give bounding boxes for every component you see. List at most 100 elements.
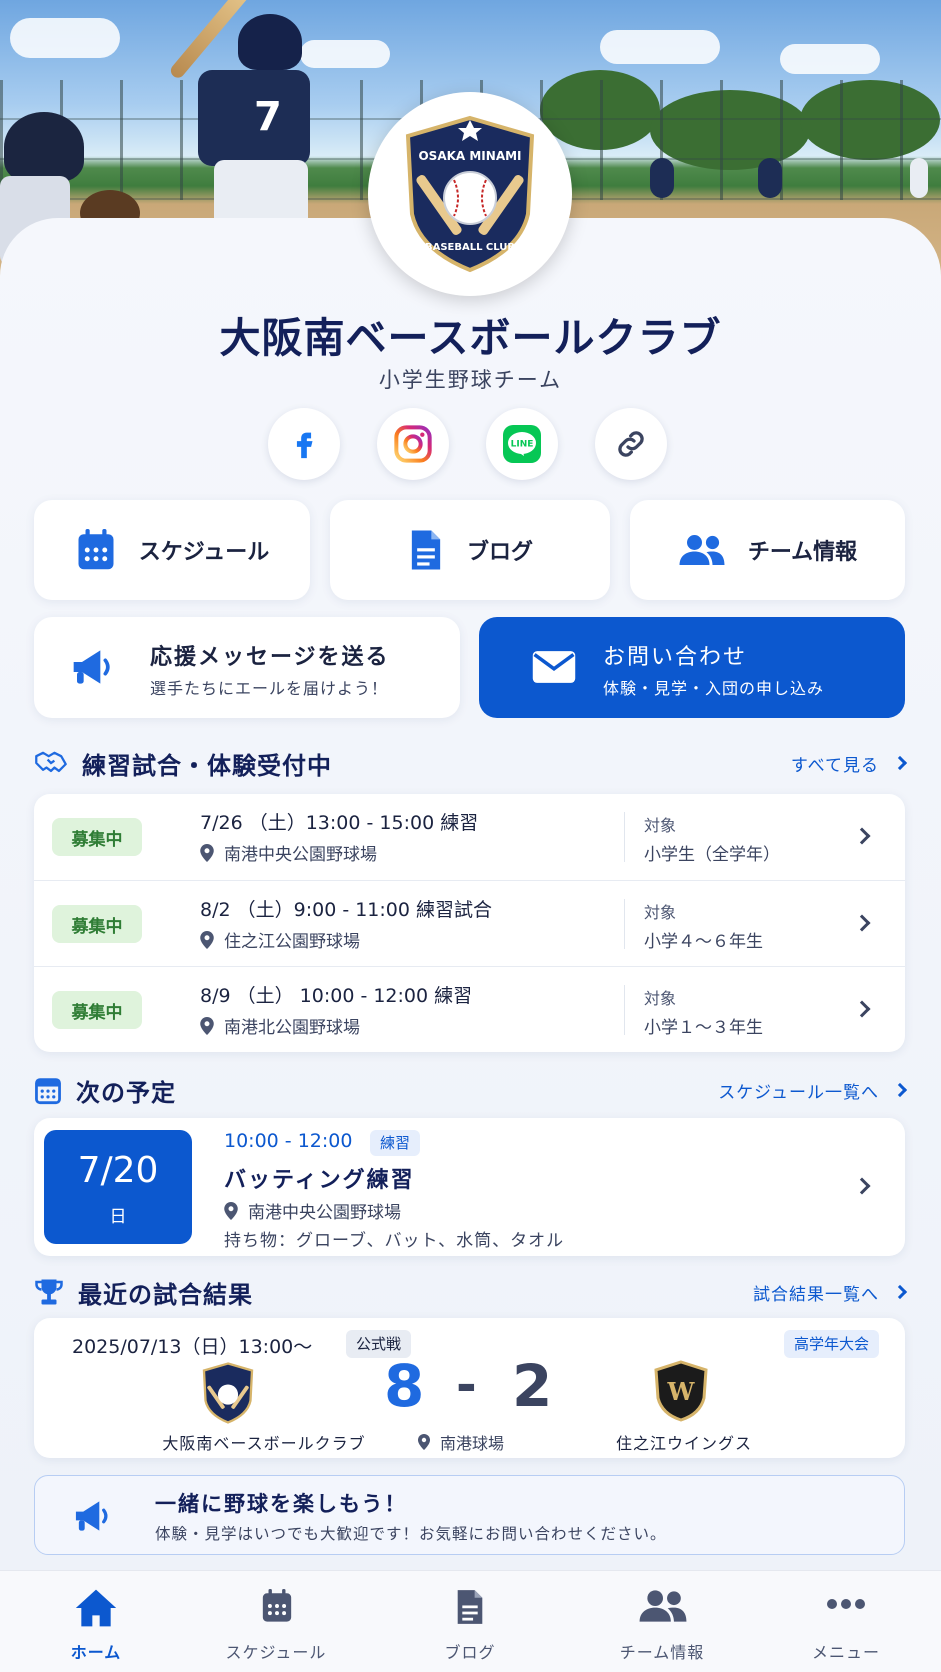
chevron-right-icon <box>892 1284 908 1300</box>
instagram-button[interactable] <box>377 408 449 480</box>
contact-subtitle: 体験・見学・入団の申し込み <box>603 679 825 698</box>
target-label: 対象 <box>644 989 677 1008</box>
result-venue-name: 南港球場 <box>440 1434 505 1453</box>
next-time: 10:00 - 12:00 <box>224 1130 353 1152</box>
instagram-icon <box>394 425 432 463</box>
line-icon: LINE <box>503 425 541 463</box>
cloud <box>10 18 120 58</box>
away-team-name: 住之江ウイングス <box>615 1434 752 1453</box>
cheer-subtitle: 選手たちにエールを届けよう！ <box>150 679 389 698</box>
chevron-right-icon <box>892 755 908 771</box>
see-all-label: すべて見る <box>790 755 879 776</box>
event-place-name: 住之江公園野球場 <box>224 932 360 952</box>
next-weekday: 日 <box>109 1207 127 1227</box>
team-name: 大阪南ベースボールクラブ <box>219 314 722 362</box>
chevron-right-icon <box>892 1082 908 1098</box>
next-place: 南港中央公園野球場 <box>224 1198 401 1223</box>
result-card[interactable]: 2025/07/13（日）13:00〜 公式戦 高学年大会 大阪南ベースボールク… <box>34 1318 905 1458</box>
nav-team-info[interactable]: チーム情報 <box>596 1571 728 1672</box>
cloud <box>600 30 720 64</box>
link-button[interactable] <box>595 408 667 480</box>
schedule-list-link[interactable]: スケジュール一覧へ <box>718 1078 908 1103</box>
event-row[interactable]: 募集中 8/2 （土）9:00 - 11:00 練習試合 住之江公園野球場 対象… <box>34 880 905 966</box>
location-pin-icon <box>200 1016 214 1035</box>
banner-title: 一緒に野球を楽しもう！ <box>155 1492 408 1516</box>
megaphone-icon <box>75 1501 108 1531</box>
next-event-card[interactable]: 7/20 日 10:00 - 12:00 練習 バッティング練習 南港中央公園野… <box>34 1118 905 1256</box>
divider <box>624 812 625 862</box>
users-icon <box>679 535 725 565</box>
nav-home[interactable]: ホーム <box>40 1571 152 1672</box>
catcher-helmet <box>4 112 84 182</box>
users-icon <box>639 1590 687 1622</box>
target-label: 対象 <box>644 816 677 835</box>
join-banner[interactable]: 一緒に野球を楽しもう！ 体験・見学はいつでも大歓迎です！お気軽にお問い合わせくだ… <box>34 1475 905 1555</box>
schedule-nav-card[interactable]: スケジュール <box>34 500 310 600</box>
bottom-navigation: ホーム スケジュール ブログ チーム情報 メニュー <box>0 1570 941 1672</box>
home-score: 8 <box>384 1352 425 1420</box>
cloud <box>300 40 390 68</box>
nav-schedule[interactable]: スケジュール <box>206 1571 346 1672</box>
banner-text: 体験・見学はいつでも大歓迎です！お気軽にお問い合わせください。 <box>155 1525 667 1543</box>
event-row[interactable]: 募集中 8/9 （土） 10:00 - 12:00 練習 南港北公園野球場 対象… <box>34 966 905 1052</box>
event-place: 住之江公園野球場 <box>200 927 360 952</box>
next-place-name: 南港中央公園野球場 <box>248 1203 401 1223</box>
calendar-icon <box>262 1589 292 1622</box>
trophy-icon <box>35 1279 63 1305</box>
fielder <box>758 158 782 198</box>
nav-blog[interactable]: ブログ <box>418 1571 522 1672</box>
facebook-button[interactable] <box>268 408 340 480</box>
nav-home-label: ホーム <box>70 1643 122 1662</box>
calendar-icon <box>78 529 114 570</box>
fielder <box>910 158 928 198</box>
status-badge: 募集中 <box>52 991 142 1029</box>
target-value: 小学１〜３年生 <box>644 1018 763 1038</box>
document-icon <box>457 1590 483 1624</box>
results-section-header: 最近の試合結果 試合結果一覧へ <box>34 1274 908 1310</box>
event-row[interactable]: 募集中 7/26 （土）13:00 - 15:00 練習 南港中央公園野球場 対… <box>34 794 905 880</box>
results-title: 最近の試合結果 <box>78 1280 253 1309</box>
away-team-logo: W <box>654 1360 708 1422</box>
results-list-link[interactable]: 試合結果一覧へ <box>753 1280 908 1305</box>
fielder <box>650 158 674 198</box>
event-datetime: 8/2 （土）9:00 - 11:00 練習試合 <box>200 899 493 921</box>
cheer-title: 応援メッセージを送る <box>150 645 390 670</box>
recruiting-title: 練習試合・体験受付中 <box>82 751 332 780</box>
target-label: 対象 <box>644 903 677 922</box>
status-badge: 募集中 <box>52 818 142 856</box>
result-venue: 南港球場 <box>418 1430 504 1454</box>
home-team-logo <box>202 1362 254 1424</box>
line-button[interactable]: LINE <box>486 408 558 480</box>
blog-nav-label: ブログ <box>466 540 533 565</box>
facebook-icon <box>296 432 313 459</box>
next-title: 次の予定 <box>76 1078 176 1107</box>
chevron-right-icon <box>853 1177 871 1195</box>
schedule-list-label: スケジュール一覧へ <box>718 1082 879 1103</box>
schedule-nav-label: スケジュール <box>138 540 270 565</box>
recruiting-see-all-link[interactable]: すべて見る <box>790 751 908 776</box>
event-place-name: 南港中央公園野球場 <box>224 845 377 865</box>
cheer-message-button[interactable]: 応援メッセージを送る 選手たちにエールを届けよう！ <box>34 617 460 718</box>
recruiting-section-header: 練習試合・体験受付中 すべて見る <box>34 745 908 781</box>
recruiting-list: 募集中 7/26 （土）13:00 - 15:00 練習 南港中央公園野球場 対… <box>34 794 905 1052</box>
batter-helmet <box>238 14 302 70</box>
divider <box>624 985 625 1035</box>
mail-icon <box>532 651 576 683</box>
blog-nav-card[interactable]: ブログ <box>330 500 610 600</box>
contact-button[interactable]: お問い合わせ 体験・見学・入団の申し込み <box>479 617 905 718</box>
document-icon <box>411 530 441 570</box>
event-place: 南港中央公園野球場 <box>200 840 377 865</box>
next-date: 7/20 <box>77 1150 159 1191</box>
next-date-box: 7/20 日 <box>44 1130 192 1244</box>
line-label: LINE <box>511 440 534 450</box>
nav-team-info-label: チーム情報 <box>619 1643 705 1662</box>
jersey-number: 7 <box>254 94 282 140</box>
logo-bottom-text: BASEBALL CLUB <box>425 242 515 253</box>
home-icon <box>75 1589 117 1627</box>
chevron-right-icon <box>853 1000 871 1018</box>
location-pin-icon <box>200 843 214 862</box>
team-info-nav-card[interactable]: チーム情報 <box>630 500 905 600</box>
event-place-name: 南港北公園野球場 <box>224 1018 360 1038</box>
nav-menu[interactable]: メニュー <box>800 1571 892 1672</box>
score-separator: - <box>456 1356 477 1414</box>
